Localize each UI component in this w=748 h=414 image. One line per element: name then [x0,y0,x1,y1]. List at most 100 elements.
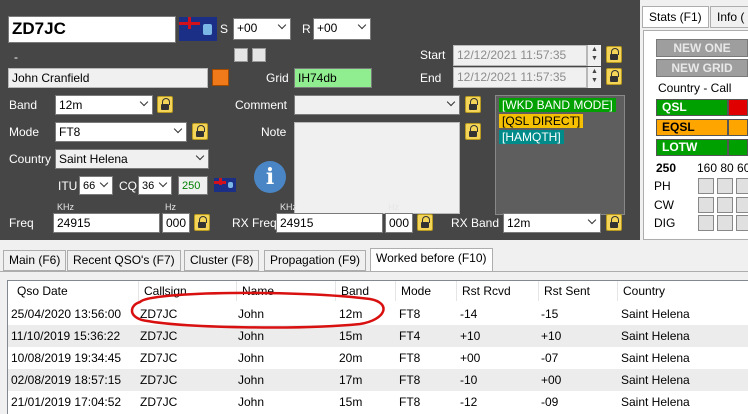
column-divider[interactable] [395,281,396,301]
small-square-button[interactable] [252,48,266,62]
tab-worked-before[interactable]: Worked before (F10) [370,248,493,272]
cell-country: Saint Helena [621,373,690,387]
band-label: Band [9,98,38,112]
col-header-band[interactable]: Band [338,281,369,301]
cell-band: 12m [339,307,363,321]
info-icon[interactable]: i [254,161,286,193]
new-one-indicator: NEW ONE [656,39,748,57]
table-row[interactable]: 25/04/2020 13:56:00 ZD7JC John 12m FT8 -… [8,303,748,325]
eqsl-status [728,119,748,136]
start-time-spinner[interactable]: ▲ ▼ [587,45,601,66]
column-divider[interactable] [236,281,237,301]
col-header-name[interactable]: Name [239,281,274,301]
lock-icon[interactable] [606,46,622,63]
table-row[interactable]: 02/08/2019 18:57:15 ZD7JC John 17m FT8 -… [8,369,748,391]
lock-icon[interactable] [157,96,173,113]
grid-input[interactable]: IH74db [294,68,372,88]
col-header-mode[interactable]: Mode [398,281,431,301]
band-select[interactable]: 12m [55,95,153,115]
cell-rst-sent: -15 [541,307,559,321]
lock-icon[interactable] [192,123,208,140]
table-row[interactable]: 11/10/2019 15:36:22 ZD7JC John 15m FT4 +… [8,325,748,347]
tab-recent-qsos[interactable]: Recent QSO's (F7) [67,250,181,271]
chevron-down-icon [174,125,183,134]
lock-icon[interactable] [606,68,622,85]
rxfreq-khz-input[interactable]: 24915 [276,213,383,233]
rst-sent-select[interactable]: +00 [233,18,291,40]
note-textarea[interactable] [294,122,460,214]
end-time-field[interactable]: 12/12/2021 11:57:35 [453,67,587,88]
table-row[interactable]: 21/01/2019 17:04:52 ZD7JC John 15m FT8 -… [8,391,748,413]
col-header-callsign[interactable]: Callsign [141,281,187,301]
tag-wkd-band-mode: [WKD BAND MODE] [499,98,616,112]
lock-icon[interactable] [606,214,622,231]
col-header-country[interactable]: Country [620,281,665,301]
tab-cluster[interactable]: Cluster (F8) [184,250,260,271]
column-divider[interactable] [617,281,618,301]
tab-propagation[interactable]: Propagation (F9) [264,250,367,271]
itu-value: 66 [83,180,96,192]
lock-icon[interactable] [417,214,433,231]
saint-helena-flag-icon [179,17,217,41]
comment-select[interactable] [294,95,460,115]
cell-rst-rcvd: +00 [460,351,481,365]
rst-rcvd-select[interactable]: +00 [313,18,371,40]
cell-name: John [238,329,265,343]
mode-ph-label: PH [654,179,671,193]
tab-info[interactable]: Info ( [710,6,748,28]
itu-label: ITU [58,179,78,193]
small-square-button[interactable] [234,48,248,62]
freq-khz-input[interactable]: 24915 [53,213,160,233]
chevron-down-icon [100,179,109,188]
cq-label: CQ [119,179,137,193]
chevron-down-icon [278,21,287,30]
tab-stats[interactable]: Stats (F1) [642,6,709,28]
mode-select[interactable]: FT8 [55,122,187,142]
itu-select[interactable]: 66 [79,176,113,195]
start-label: Start [420,48,446,62]
cell-band: 17m [339,373,363,387]
mode-dig-label: DIG [654,216,676,230]
col-header-rst-rcvd[interactable]: Rst Rcvd [459,281,511,301]
chevron-down-icon [358,21,367,30]
cell-qso-date: 11/10/2019 15:36:22 [11,329,121,343]
qrz-lookup-icon[interactable] [212,69,229,86]
col-header-rst-sent[interactable]: Rst Sent [541,281,590,301]
column-divider[interactable] [538,281,539,301]
lock-icon[interactable] [465,96,481,113]
table-row[interactable]: 10/08/2019 19:34:45 ZD7JC John 20m FT8 +… [8,347,748,369]
r-label: R [302,22,311,36]
column-divider[interactable] [138,281,139,301]
column-divider[interactable] [456,281,457,301]
cell-name: John [238,351,265,365]
cell-qso-date: 02/08/2019 18:57:15 [11,373,122,387]
s-label: S [220,22,229,36]
country-select[interactable]: Saint Helena [55,149,209,169]
band-mode-cell [717,178,733,194]
cell-band: 15m [339,395,363,409]
rxband-select[interactable]: 12m [503,213,601,233]
start-time-field[interactable]: 12/12/2021 11:57:35 [453,45,587,66]
cell-rst-rcvd: -12 [460,395,478,409]
band-value: 12m [59,98,83,112]
rxfreq-label: RX Freq [232,216,277,230]
column-divider[interactable] [335,281,336,301]
tab-main[interactable]: Main (F6) [3,250,67,271]
cell-mode: FT8 [399,373,421,387]
col-header-qso-date[interactable]: Qso Date [14,281,68,301]
saint-helena-flag-small-icon [214,178,236,192]
end-time-spinner[interactable]: ▲ ▼ [587,67,601,88]
cell-callsign: ZD7JC [140,351,178,365]
cell-rst-rcvd: +10 [460,329,481,343]
freq-hz-input[interactable]: 000 [162,213,190,233]
cell-qso-date: 21/01/2019 17:04:52 [11,395,122,409]
country-call-label: Country - Call [658,81,732,95]
lock-icon[interactable] [465,123,481,140]
cell-country: Saint Helena [621,307,690,321]
tag-hamqth: [HAMQTH] [499,130,564,144]
cq-select[interactable]: 36 [138,176,172,195]
name-field[interactable]: John Cranfield [8,68,208,88]
lock-icon[interactable] [194,214,210,231]
callsign-input[interactable]: ZD7JC [8,16,176,43]
rxfreq-hz-input[interactable]: 000 [385,213,413,233]
